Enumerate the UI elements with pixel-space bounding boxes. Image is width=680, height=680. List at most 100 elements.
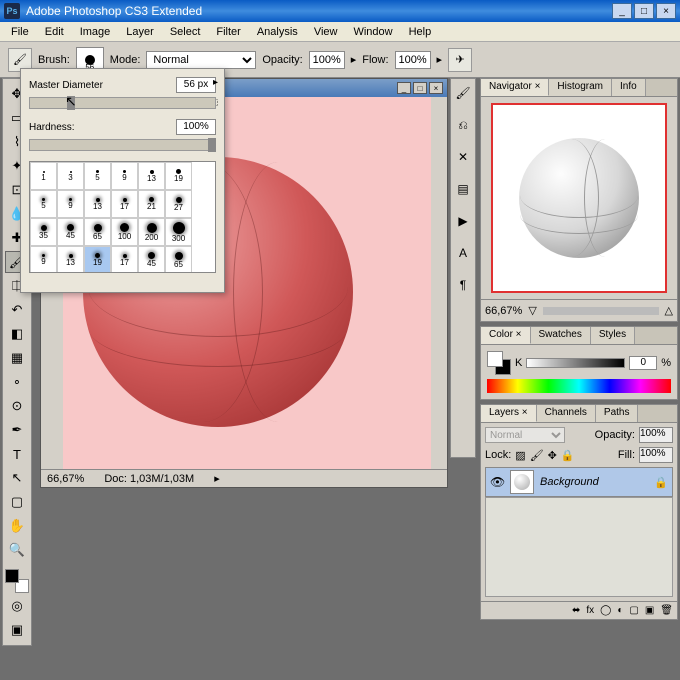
tab-swatches[interactable]: Swatches: [531, 327, 591, 344]
brush-preset-cell[interactable]: 9: [57, 190, 84, 218]
k-value-input[interactable]: 0: [629, 356, 657, 370]
brush-preset-cell[interactable]: 9: [111, 162, 138, 190]
layer-opacity-input[interactable]: 100%: [639, 427, 673, 443]
history-brush-tool[interactable]: ↶: [5, 299, 29, 321]
blend-mode-select[interactable]: Normal: [146, 51, 256, 69]
menu-window[interactable]: Window: [346, 24, 399, 40]
opacity-input[interactable]: 100%: [309, 51, 345, 69]
character-panel-icon[interactable]: A: [453, 243, 473, 263]
nav-zoom-readout[interactable]: 66,67%: [485, 305, 522, 317]
layer-blend-select[interactable]: Normal: [485, 427, 565, 443]
flow-input[interactable]: 100%: [395, 51, 431, 69]
brush-preset-cell[interactable]: 200: [138, 218, 165, 246]
opacity-flyout-icon[interactable]: ▸: [351, 53, 357, 66]
tab-info[interactable]: Info: [612, 79, 646, 96]
brush-preset-cell[interactable]: 17: [111, 190, 138, 218]
color-swatches[interactable]: [5, 569, 29, 593]
type-tool[interactable]: T: [5, 443, 29, 465]
shape-tool[interactable]: ▢: [5, 491, 29, 513]
dodge-tool[interactable]: ⊙: [5, 395, 29, 417]
brush-preset-cell[interactable]: 19: [165, 162, 192, 190]
brush-preset-cell[interactable]: 27: [165, 190, 192, 218]
nav-zoom-slider[interactable]: [543, 307, 659, 315]
brush-preset-cell[interactable]: 65: [165, 246, 192, 273]
layer-name[interactable]: Background: [540, 476, 648, 488]
layer-row-background[interactable]: 👁 Background 🔒: [485, 467, 673, 497]
clone-panel-icon[interactable]: ⎌: [453, 115, 473, 135]
minimize-button[interactable]: _: [612, 3, 632, 19]
doc-minimize-button[interactable]: _: [397, 82, 411, 94]
quickmask-toggle[interactable]: ◎: [5, 595, 29, 617]
maximize-button[interactable]: □: [634, 3, 654, 19]
menu-select[interactable]: Select: [163, 24, 208, 40]
fx-icon[interactable]: fx: [586, 605, 594, 616]
layer-thumbnail[interactable]: [510, 470, 534, 494]
lock-all-icon[interactable]: 🔒: [561, 449, 575, 462]
menu-view[interactable]: View: [307, 24, 345, 40]
flow-flyout-icon[interactable]: ▸: [437, 53, 443, 66]
brush-preset-cell[interactable]: 45: [138, 246, 165, 273]
tab-histogram[interactable]: Histogram: [549, 79, 612, 96]
brush-preset-grid[interactable]: 1359131959131721273545651002003009131917…: [29, 161, 216, 273]
tab-layers[interactable]: Layers ×: [481, 405, 537, 422]
brush-preset-cell[interactable]: 3: [57, 162, 84, 190]
color-fg-bg-swatch[interactable]: [487, 351, 511, 375]
mask-icon[interactable]: ◯: [600, 605, 611, 616]
tool-presets-icon[interactable]: ✕: [453, 147, 473, 167]
actions-panel-icon[interactable]: ▶: [453, 211, 473, 231]
zoom-out-icon[interactable]: ▽: [528, 304, 536, 317]
brush-preset-cell[interactable]: 17: [111, 246, 138, 273]
status-flyout-icon[interactable]: ▸: [214, 472, 220, 485]
airbrush-toggle-icon[interactable]: ✈: [448, 48, 472, 72]
brush-preset-cell[interactable]: 1: [30, 162, 57, 190]
brush-preset-cell[interactable]: 13: [57, 246, 84, 273]
brushes-panel-icon[interactable]: 🖌: [453, 83, 473, 103]
menu-analysis[interactable]: Analysis: [250, 24, 305, 40]
zoom-tool[interactable]: 🔍: [5, 539, 29, 561]
adjustment-icon[interactable]: ◐: [617, 605, 623, 616]
eraser-tool[interactable]: ◧: [5, 323, 29, 345]
tab-paths[interactable]: Paths: [596, 405, 639, 422]
fill-input[interactable]: 100%: [639, 447, 673, 463]
group-icon[interactable]: ▢: [629, 605, 638, 616]
navigator-proxy[interactable]: [491, 103, 667, 293]
tab-color[interactable]: Color ×: [481, 327, 531, 344]
new-layer-icon[interactable]: ▣: [645, 605, 654, 616]
paragraph-panel-icon[interactable]: ¶: [453, 275, 473, 295]
screenmode-toggle[interactable]: ▣: [5, 619, 29, 641]
pen-tool[interactable]: ✒: [5, 419, 29, 441]
brush-preset-cell[interactable]: 13: [84, 190, 111, 218]
panel-menu-icon[interactable]: ▸: [213, 77, 218, 88]
lock-transparency-icon[interactable]: ▨: [515, 449, 525, 462]
menu-edit[interactable]: Edit: [38, 24, 71, 40]
hardness-input[interactable]: 100%: [176, 119, 216, 135]
brush-preset-cell[interactable]: 100: [111, 218, 138, 246]
visibility-eye-icon[interactable]: 👁: [490, 475, 504, 489]
k-slider[interactable]: [526, 358, 625, 368]
tab-styles[interactable]: Styles: [591, 327, 635, 344]
brush-preset-cell[interactable]: 19: [84, 246, 111, 273]
close-button[interactable]: ×: [656, 3, 676, 19]
delete-layer-icon[interactable]: 🗑: [660, 605, 673, 616]
menu-image[interactable]: Image: [73, 24, 118, 40]
diameter-slider[interactable]: [29, 97, 216, 109]
zoom-in-icon[interactable]: △: [665, 304, 673, 317]
lock-position-icon[interactable]: ✥: [548, 449, 557, 462]
gradient-tool[interactable]: ▦: [5, 347, 29, 369]
menu-filter[interactable]: Filter: [209, 24, 247, 40]
menu-file[interactable]: File: [4, 24, 36, 40]
brush-preset-cell[interactable]: 5: [30, 190, 57, 218]
menu-layer[interactable]: Layer: [119, 24, 161, 40]
hardness-slider[interactable]: [29, 139, 216, 151]
color-spectrum[interactable]: [487, 379, 671, 393]
brush-preset-cell[interactable]: 13: [138, 162, 165, 190]
brush-preset-cell[interactable]: 65: [84, 218, 111, 246]
brush-preset-cell[interactable]: 45: [57, 218, 84, 246]
hand-tool[interactable]: ✋: [5, 515, 29, 537]
brush-preset-cell[interactable]: 9: [30, 246, 57, 273]
link-layers-icon[interactable]: ⬌: [572, 605, 580, 616]
blur-tool[interactable]: ∘: [5, 371, 29, 393]
brush-preset-cell[interactable]: 5: [84, 162, 111, 190]
lock-pixels-icon[interactable]: 🖌: [530, 449, 544, 462]
doc-maximize-button[interactable]: □: [413, 82, 427, 94]
